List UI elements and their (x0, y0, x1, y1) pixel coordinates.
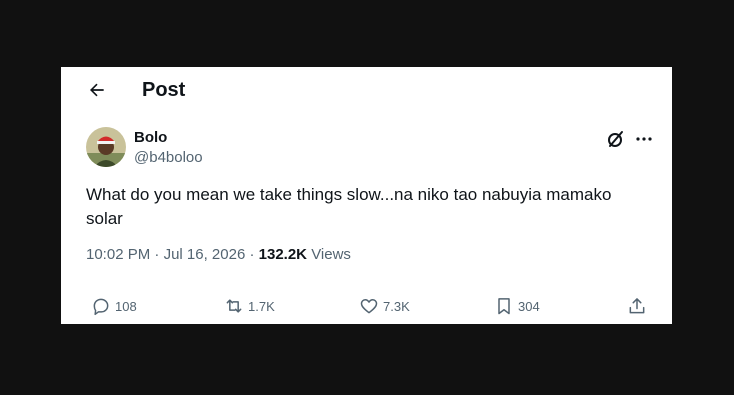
action-bar: 108 1.7K 7.3K 304 (61, 296, 672, 320)
reply-count: 108 (115, 298, 137, 314)
reply-icon (93, 298, 109, 316)
author-name[interactable]: Bolo (134, 129, 167, 146)
more-dots-icon (636, 137, 652, 141)
author-handle[interactable]: @b4boloo (134, 149, 203, 166)
like-count: 7.3K (383, 298, 410, 314)
post-card: Post Bolo @b4boloo What do you mean we t… (61, 67, 672, 324)
arrow-left-icon (90, 83, 104, 97)
share-button[interactable] (627, 296, 647, 316)
more-button[interactable] (633, 129, 655, 149)
repost-count: 1.7K (248, 298, 275, 314)
repost-icon (226, 299, 242, 313)
reply-button[interactable]: 108 (91, 296, 137, 316)
tweet-meta: 10:02 PM · Jul 16, 2026 · 132.2K Views (86, 246, 351, 263)
bookmark-icon (498, 298, 510, 315)
tweet-text: What do you mean we take things slow...n… (86, 185, 612, 228)
bookmark-count: 304 (518, 298, 540, 314)
share-icon (629, 298, 645, 314)
page-title: Post (142, 79, 186, 101)
repost-button[interactable]: 1.7K (224, 296, 275, 316)
meta-separator: · (249, 246, 259, 263)
views-label: Views (311, 246, 351, 263)
grok-button[interactable] (606, 129, 626, 149)
post-header: Post (61, 67, 672, 113)
bookmark-button[interactable]: 304 (494, 296, 540, 316)
avatar-image (86, 127, 126, 167)
grok-icon (608, 131, 623, 147)
tweet-date[interactable]: Jul 16, 2026 (164, 246, 246, 263)
heart-icon (360, 299, 378, 314)
views-count: 132.2K (258, 246, 308, 263)
back-button[interactable] (86, 79, 108, 101)
like-button[interactable]: 7.3K (359, 296, 410, 316)
meta-separator: · (154, 246, 164, 263)
tweet-time[interactable]: 10:02 PM (86, 246, 150, 263)
avatar[interactable] (86, 127, 126, 167)
